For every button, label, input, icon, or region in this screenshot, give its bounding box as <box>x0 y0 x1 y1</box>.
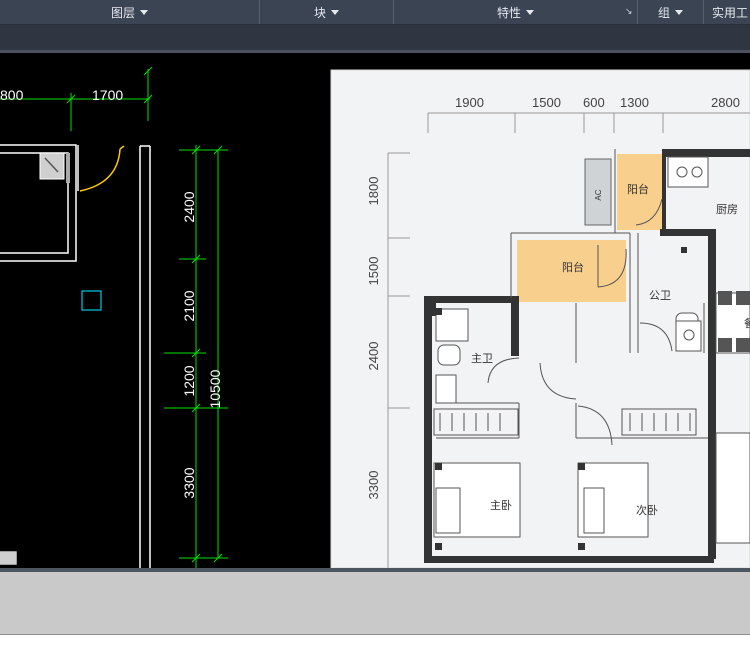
cad-drawing: 800 1700 2400 2100 1200 3300 10500 <box>0 66 228 568</box>
properties-panel-title[interactable]: 特性 <box>394 0 638 24</box>
cad-side-dim-3: 1200 <box>181 365 197 396</box>
block-panel-title[interactable]: 块 <box>260 0 394 24</box>
plan-top-dim-4: 1300 <box>620 95 649 110</box>
layers-panel-title[interactable]: 图层 <box>0 0 260 24</box>
ribbon-panel-bar: 图层 块 特性 ↘ 组 实用工 <box>0 0 750 25</box>
cad-walls <box>0 144 151 568</box>
plan-top-dim-1: 1900 <box>455 95 484 110</box>
cad-side-dim-4: 3300 <box>181 467 197 498</box>
layers-panel-label: 图层 <box>110 6 135 20</box>
file-tab-bar <box>0 25 750 50</box>
plan-side-dim-4: 3300 <box>366 471 381 500</box>
utilities-panel-title[interactable]: 实用工 <box>704 0 750 24</box>
room-label-balcony-large: 阳台 <box>562 260 584 274</box>
cad-cursor-marker <box>81 290 102 311</box>
room-label-kitchen: 厨房 <box>716 203 738 216</box>
dialog-launcher-icon[interactable]: ↘ <box>625 6 633 17</box>
room-label-balcony-small: 阳台 <box>627 182 649 196</box>
cad-fixture <box>39 152 65 180</box>
chevron-down-icon <box>675 10 683 15</box>
cad-side-dim-2: 2100 <box>181 290 197 321</box>
utilities-panel-label: 实用工 <box>712 6 749 20</box>
chevron-down-icon <box>140 10 148 15</box>
drawing-svg: 800 1700 2400 2100 1200 3300 10500 1900 … <box>0 66 750 568</box>
plan-top-dim-5: 2800 <box>711 95 740 110</box>
properties-panel-label: 特性 <box>496 6 521 20</box>
plan-side-dim-2: 1500 <box>366 257 381 286</box>
plan-top-dim-2: 1500 <box>532 95 561 110</box>
status-strip <box>0 634 750 649</box>
cad-door <box>77 145 125 192</box>
cad-overall-dim: 10500 <box>207 369 223 408</box>
cad-top-dim-1: 800 <box>0 87 24 103</box>
command-area <box>0 568 750 634</box>
room-label-second-bed: 次卧 <box>636 503 658 517</box>
room-label-public-bath: 公卫 <box>649 290 671 302</box>
group-panel-title[interactable]: 组 <box>638 0 704 24</box>
room-label-partial: 餐 <box>744 316 750 330</box>
plan-side-dim-1: 1800 <box>366 177 381 206</box>
chevron-down-icon <box>526 10 534 15</box>
group-panel-label: 组 <box>657 6 670 20</box>
plan-top-dim-3: 600 <box>583 95 605 110</box>
cad-top-dim-2: 1700 <box>92 87 123 103</box>
ac-label: AC <box>594 189 603 200</box>
block-panel-label: 块 <box>313 6 326 20</box>
room-label-master-bed: 主卧 <box>490 499 512 512</box>
floor-plan-image: 1900 1500 600 1300 2800 1800 1500 2400 3… <box>330 69 750 568</box>
cad-side-dim-1: 2400 <box>181 191 197 222</box>
plan-side-dim-3: 2400 <box>366 342 381 371</box>
chevron-down-icon <box>331 10 339 15</box>
room-label-master-bath: 主卫 <box>471 352 493 365</box>
drawing-canvas[interactable]: 800 1700 2400 2100 1200 3300 10500 1900 … <box>0 53 750 568</box>
